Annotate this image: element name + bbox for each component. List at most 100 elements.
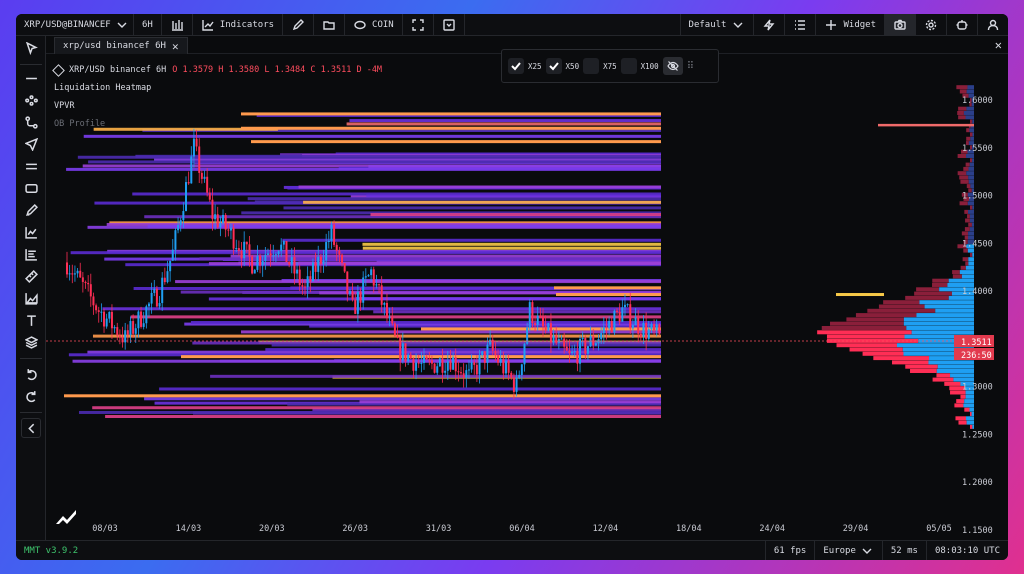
volume-bar-sell (867, 308, 936, 313)
candle-body (518, 375, 521, 378)
candle-body (626, 304, 629, 306)
list-icon (793, 18, 807, 32)
forecast-tool[interactable] (21, 288, 41, 308)
screenshot-button[interactable] (884, 14, 915, 36)
layers-tool[interactable] (21, 332, 41, 352)
parallel-tool[interactable] (21, 156, 41, 176)
region-selector[interactable]: Europe (814, 540, 882, 560)
volume-bar-sell (966, 128, 970, 133)
brush-tool[interactable] (21, 200, 41, 220)
lightning-icon (762, 18, 776, 32)
candle-body (200, 172, 203, 179)
indicator-ob-profile[interactable]: OB Profile (54, 115, 382, 133)
candle-body (79, 270, 82, 278)
volume-bar-buy (966, 89, 974, 94)
path-tool[interactable] (21, 112, 41, 132)
interval-selector[interactable]: 6H (134, 14, 162, 36)
candle-body (126, 330, 129, 335)
x25-checkbox[interactable] (508, 58, 524, 74)
candle-body (150, 292, 153, 304)
chart-type-button[interactable] (162, 14, 193, 36)
arrow-tool[interactable] (21, 134, 41, 154)
volume-bar-highlight (836, 293, 884, 297)
volume-bar-sell (826, 334, 905, 339)
collapse-toolbar-button[interactable] (21, 418, 41, 438)
heatmap-band (362, 242, 661, 246)
candle-body (631, 325, 634, 329)
candle-body (510, 372, 513, 378)
ruler-tool[interactable] (21, 266, 41, 286)
chart-line-tool[interactable] (21, 222, 41, 242)
drag-handle-icon[interactable]: ⠿ (687, 61, 694, 72)
candle-body (187, 182, 190, 184)
chart-line-icon (24, 226, 37, 239)
indicator-vpvr[interactable]: VPVR (54, 97, 382, 115)
layout-selector[interactable]: Default (679, 14, 754, 36)
symbol-selector[interactable]: XRP/USD@BINANCEF (16, 14, 134, 36)
x75-label: X75 (603, 61, 617, 71)
candle-body (526, 327, 529, 344)
candle-body (282, 241, 285, 245)
volume-bar-buy (967, 85, 974, 90)
redo-button[interactable] (21, 386, 41, 406)
watchlist-button[interactable] (784, 14, 815, 36)
candle-body (528, 302, 531, 328)
settings-button[interactable] (915, 14, 946, 36)
candle-body (174, 230, 177, 250)
heatmap-band (362, 246, 661, 250)
chart-area[interactable]: 1.60001.55001.50001.45001.40001.35001.30… (46, 49, 1008, 540)
candle-body (592, 336, 595, 346)
close-panel-icon[interactable]: ✕ (995, 38, 1002, 52)
hide-toggle-button[interactable] (662, 57, 683, 75)
folder-button[interactable] (314, 14, 346, 36)
volume-bar-buy (970, 136, 974, 141)
candle-body (647, 329, 650, 339)
rectangle-tool[interactable] (21, 178, 41, 198)
candle-body (383, 302, 386, 305)
indicators-button[interactable]: Indicators (193, 14, 284, 36)
candle-body (515, 377, 518, 392)
coin-button[interactable]: COIN (345, 14, 403, 36)
fib-tool[interactable] (21, 244, 41, 264)
fullscreen-button[interactable] (403, 14, 434, 36)
volume-bar-buy (937, 364, 974, 369)
volume-bar-sell (836, 343, 897, 348)
candle-body (166, 271, 169, 283)
text-tool[interactable] (21, 310, 41, 330)
version-label: MMT v3.9.2 (24, 545, 79, 556)
candle-body (372, 269, 375, 286)
cursor-tool[interactable] (21, 38, 41, 58)
x50-checkbox[interactable] (545, 58, 562, 74)
volume-bar-sell (970, 158, 973, 163)
alerts-button[interactable] (753, 14, 784, 36)
hline-tool[interactable] (21, 68, 41, 88)
tab-xrp-usd[interactable]: xrp/usd binancef 6H ✕ (54, 37, 188, 54)
candle-body (600, 333, 603, 340)
add-widget-button[interactable]: Widget (815, 14, 884, 36)
volume-bar-sell (962, 257, 969, 262)
time-tick: 14/03 (176, 524, 202, 534)
dropdown-panel-button[interactable] (434, 14, 465, 36)
x75-checkbox[interactable] (583, 58, 600, 74)
candle-body (153, 288, 156, 293)
volume-bar-buy (965, 394, 974, 399)
candle-body (393, 323, 396, 336)
candle-body (565, 346, 568, 351)
x100-checkbox[interactable] (620, 58, 637, 74)
crosshair-tool[interactable] (21, 90, 41, 110)
heatmap-band (92, 334, 661, 338)
candle-body (449, 361, 452, 370)
draw-button[interactable] (283, 14, 315, 36)
undo-button[interactable] (21, 364, 41, 384)
candle-body (290, 257, 293, 265)
candle-body (224, 214, 227, 230)
heatmap-band (271, 343, 661, 347)
tab-close-icon[interactable]: ✕ (172, 40, 179, 53)
heatmap-band (132, 192, 662, 196)
account-button[interactable] (977, 14, 1008, 36)
bot-button[interactable] (946, 14, 977, 36)
indicator-liquidation-heatmap[interactable]: Liquidation Heatmap (54, 79, 382, 97)
checkmark-icon (548, 62, 559, 71)
candle-body (124, 330, 127, 343)
heatmap-band (199, 257, 661, 261)
